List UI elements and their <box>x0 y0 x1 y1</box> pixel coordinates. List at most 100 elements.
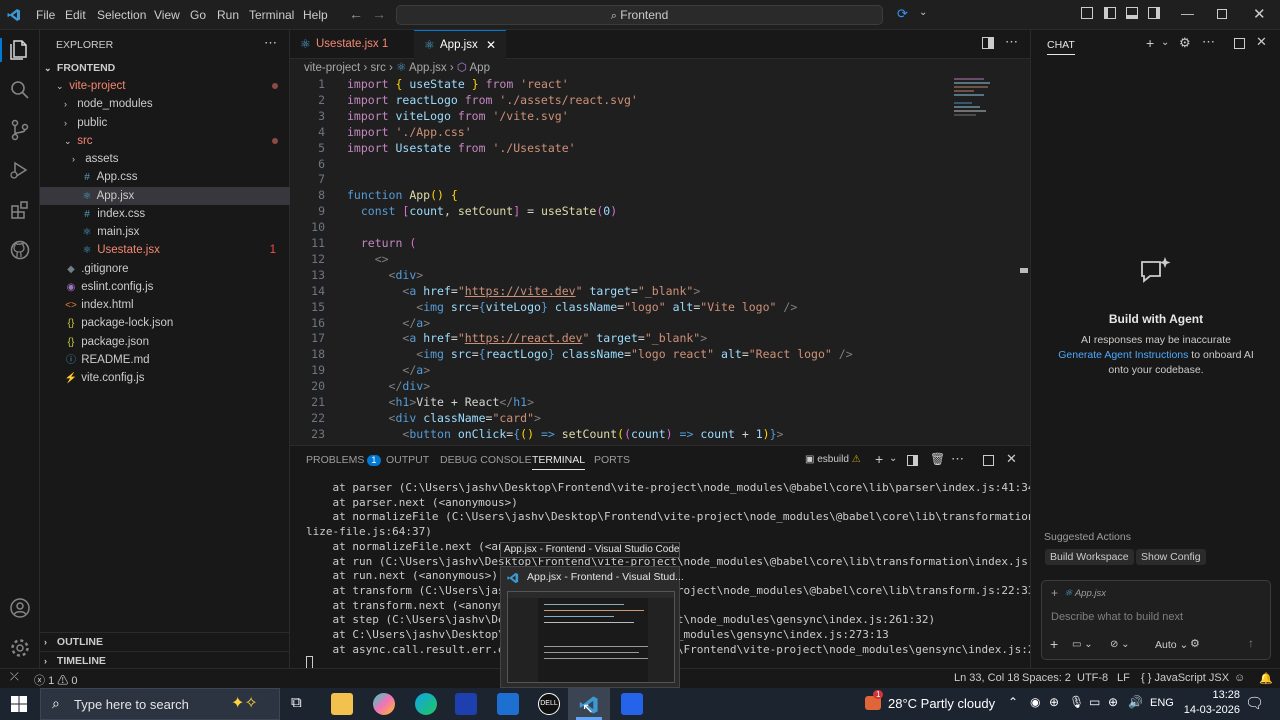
problems-status[interactable]: ⓧ 1 ⚠ 0 <box>34 672 77 688</box>
tools-icon[interactable]: ⚙ <box>1190 637 1200 650</box>
copilot-app-icon[interactable] <box>373 693 395 715</box>
menu-help[interactable]: Help <box>303 8 328 22</box>
breadcrumb-item[interactable]: App.jsx <box>409 62 447 74</box>
tree-item[interactable]: ◆ .gitignore <box>40 260 290 278</box>
tab-output[interactable]: OUTPUT <box>386 454 429 466</box>
customize-layout-icon[interactable] <box>1081 7 1093 19</box>
globe-network-icon[interactable]: ⊕ <box>1108 695 1118 709</box>
tree-item[interactable]: # index.css <box>40 205 290 223</box>
close-chat-icon[interactable]: ✕ <box>1256 34 1267 50</box>
maximize-chat-icon[interactable] <box>1234 38 1245 49</box>
microsoft-store-icon[interactable] <box>455 693 477 715</box>
show-hidden-icons-icon[interactable]: ⌃ <box>1008 695 1018 709</box>
agent-mode-picker[interactable]: ▭ ⌄ <box>1072 639 1093 650</box>
cursor-position[interactable]: Ln 33, Col 18 <box>954 672 1019 684</box>
timeline-section[interactable]: › TIMELINE <box>40 651 290 669</box>
split-editor-icon[interactable] <box>982 37 994 49</box>
tree-item[interactable]: {} package-lock.json <box>40 314 290 332</box>
outline-section[interactable]: › OUTLINE <box>40 632 290 650</box>
send-icon[interactable]: ↑ <box>1248 636 1254 650</box>
tree-item[interactable]: ⚛ App.jsx <box>40 186 290 205</box>
close-tab-icon[interactable]: ✕ <box>486 31 496 60</box>
tree-item[interactable]: › node_modules <box>40 95 290 113</box>
tree-item[interactable]: ⚛ Usestate.jsx 1 <box>40 241 290 259</box>
menu-run[interactable]: Run <box>217 8 239 22</box>
back-arrow-icon[interactable]: ← <box>349 6 363 22</box>
dell-icon[interactable]: DELL <box>538 693 560 715</box>
taskbar-window-preview[interactable]: App.jsx - Frontend - Visual Stud... <box>500 566 684 688</box>
toggle-secondary-sidebar-icon[interactable] <box>1148 7 1160 19</box>
add-icon[interactable]: + <box>1050 636 1058 652</box>
minimap[interactable] <box>954 76 996 130</box>
taskbar-search-box[interactable]: ⌕ Type here to search ✦✧ <box>40 688 280 720</box>
show-config-button[interactable]: Show Config <box>1136 549 1206 565</box>
editor-more-actions-icon[interactable]: ⋯ <box>1005 34 1018 50</box>
generate-instructions-link[interactable]: Generate Agent Instructions <box>1058 349 1188 361</box>
command-center-search[interactable]: ⌕ Frontend <box>396 5 883 25</box>
tab-ports[interactable]: PORTS <box>594 454 630 466</box>
chat-more-icon[interactable]: ⋯ <box>1202 34 1215 50</box>
code-editor[interactable]: 1 import { useState } from 'react' 2 import… <box>290 76 940 445</box>
new-chat-dropdown-icon[interactable]: ⌄ <box>1161 37 1169 48</box>
tree-item[interactable]: {} package.json <box>40 333 290 351</box>
context-chip[interactable]: ⚛ App.jsx <box>1064 588 1106 599</box>
menu-file[interactable]: File <box>36 8 55 22</box>
more-actions-icon[interactable]: ⋯ <box>264 35 277 51</box>
tree-item[interactable]: › assets <box>40 150 290 168</box>
model-picker[interactable]: Auto ⌄ <box>1155 639 1188 651</box>
tree-item[interactable]: ⚛ main.jsx <box>40 223 290 241</box>
tab-terminal[interactable]: TERMINAL <box>532 454 586 470</box>
menu-view[interactable]: View <box>154 8 180 22</box>
battery-icon[interactable]: ▭ <box>1089 695 1100 709</box>
file-explorer-icon[interactable] <box>331 693 353 715</box>
toggle-primary-sidebar-icon[interactable] <box>1104 7 1116 19</box>
close-panel-icon[interactable]: ✕ <box>1006 451 1017 467</box>
end-of-line[interactable]: LF <box>1117 672 1130 684</box>
run-debug-icon[interactable] <box>8 158 32 182</box>
panel-more-icon[interactable]: ⋯ <box>951 451 964 467</box>
notification-center-icon[interactable]: 🗨 <box>1245 694 1264 712</box>
edge-browser-icon[interactable] <box>415 693 437 715</box>
source-control-icon[interactable] <box>8 118 32 142</box>
menu-selection[interactable]: Selection <box>97 8 146 22</box>
github-icon[interactable] <box>8 238 32 262</box>
breadcrumb-item[interactable]: App <box>470 62 490 74</box>
notifications-bell-icon[interactable]: 🔔 <box>1259 672 1273 685</box>
tree-item[interactable]: ⓘ README.md <box>40 351 290 369</box>
breadcrumb-item[interactable]: vite-project <box>304 62 360 74</box>
kill-terminal-icon[interactable]: 🗑 <box>930 452 945 466</box>
volume-icon[interactable]: 🔊 <box>1128 695 1143 709</box>
build-workspace-button[interactable]: Build Workspace <box>1045 549 1134 565</box>
attach-context-icon[interactable]: + <box>1051 586 1058 600</box>
windows-start-icon[interactable] <box>11 696 27 712</box>
vscode-logo-icon[interactable] <box>7 8 21 22</box>
tab-problems[interactable]: PROBLEMS 1 <box>306 454 381 466</box>
workspace-root[interactable]: ⌄ FRONTEND <box>40 59 290 77</box>
menu-edit[interactable]: Edit <box>65 8 86 22</box>
tab-app-jsx[interactable]: ⚛ App.jsx ✕ <box>414 30 506 59</box>
chat-settings-gear-icon[interactable]: ⚙ <box>1179 35 1191 51</box>
account-icon[interactable] <box>8 596 32 620</box>
input-language[interactable]: ENG <box>1150 697 1174 709</box>
split-terminal-icon[interactable] <box>907 455 918 466</box>
tree-item[interactable]: ⌄ vite-project <box>40 77 290 95</box>
tree-item[interactable]: ⌄ src <box>40 132 290 150</box>
minimize-icon[interactable]: — <box>1181 6 1194 21</box>
menu-terminal[interactable]: Terminal <box>249 8 294 22</box>
app-icon[interactable] <box>621 693 643 715</box>
tools-picker[interactable]: ⊘ ⌄ <box>1110 639 1130 650</box>
new-chat-icon[interactable]: + <box>1146 35 1154 51</box>
copilot-dropdown-icon[interactable]: ⌄ <box>919 7 927 18</box>
tree-item[interactable]: # App.css <box>40 168 290 186</box>
remote-icon[interactable]: ⤫ <box>10 671 19 684</box>
indentation[interactable]: Spaces: 2 <box>1022 672 1071 684</box>
language-mode[interactable]: { } JavaScript JSX <box>1141 672 1229 684</box>
clock-date[interactable]: 14-03-2026 <box>1178 704 1240 716</box>
breadcrumb-item[interactable]: src <box>370 62 385 74</box>
tab-debug-console[interactable]: DEBUG CONSOLE <box>440 454 532 466</box>
explorer-icon[interactable] <box>8 38 32 62</box>
tree-item[interactable]: <> index.html <box>40 296 290 314</box>
task-view-icon[interactable]: ⧉ <box>291 694 302 711</box>
forward-arrow-icon[interactable]: → <box>372 6 386 22</box>
tree-item[interactable]: ◉ eslint.config.js <box>40 278 290 296</box>
